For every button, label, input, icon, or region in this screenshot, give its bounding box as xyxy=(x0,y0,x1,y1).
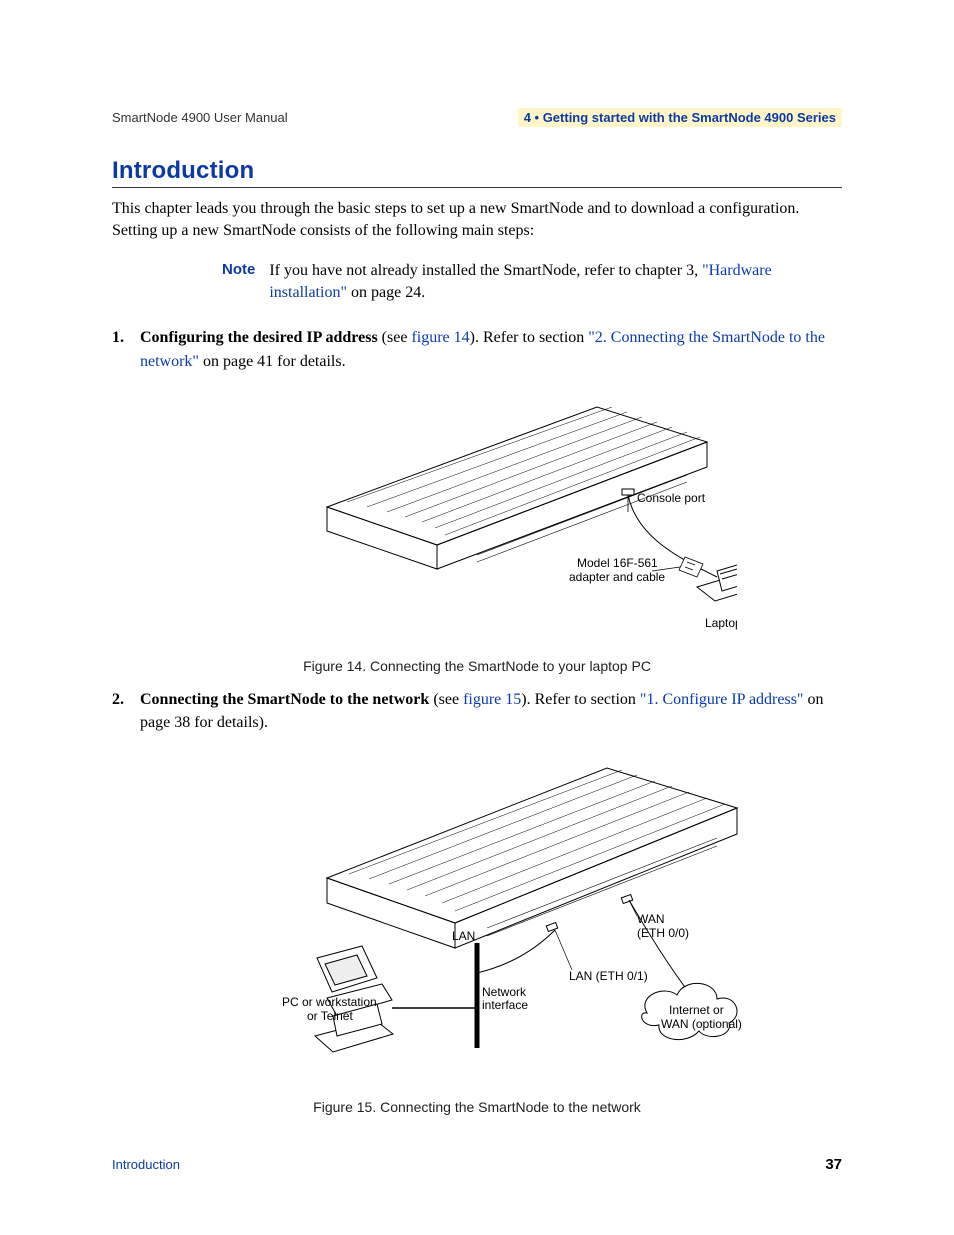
steps-list: Configuring the desired IP address (see … xyxy=(112,326,842,372)
fig15-label-pc-1: PC or workstation xyxy=(282,995,377,1009)
figure-14-svg: Console port Model 16F-561 adapter and c… xyxy=(217,387,737,647)
note-block: Note If you have not already installed t… xyxy=(222,260,842,304)
section-title: Introduction xyxy=(112,157,842,185)
fig15-label-lan: LAN xyxy=(452,929,475,943)
fig15-label-wan: WAN xyxy=(637,912,665,926)
step-2-bold: Connecting the SmartNode to the network xyxy=(140,691,429,708)
fig15-label-cloud-1: Internet or xyxy=(669,1003,724,1017)
fig14-label-adapter-1: Model 16F-561 xyxy=(577,556,658,570)
intro-paragraph: This chapter leads you through the basic… xyxy=(112,198,842,242)
figure-15-caption: Figure 15. Connecting the SmartNode to t… xyxy=(112,1099,842,1115)
figure-14: Console port Model 16F-561 adapter and c… xyxy=(112,387,842,674)
step-1-figure-link[interactable]: figure 14 xyxy=(411,329,469,346)
header-left: SmartNode 4900 User Manual xyxy=(112,110,288,125)
step-2-section-link[interactable]: "1. Configure IP address" xyxy=(640,691,804,708)
section-rule xyxy=(112,187,842,188)
fig14-label-adapter-2: adapter and cable xyxy=(569,570,665,584)
fig15-label-wan-sub: (ETH 0/0) xyxy=(637,926,689,940)
note-text-before: If you have not already installed the Sm… xyxy=(269,262,702,279)
step-1-after-bold: (see xyxy=(378,329,412,346)
fig14-label-console-port: Console port xyxy=(637,491,706,505)
step-2-after-fig: ). Refer to section xyxy=(521,691,640,708)
page: SmartNode 4900 User Manual 4 • Getting s… xyxy=(0,0,954,1235)
running-header: SmartNode 4900 User Manual 4 • Getting s… xyxy=(112,108,842,127)
step-1-tail: on page 41 for details. xyxy=(199,353,346,370)
figure-14-caption: Figure 14. Connecting the SmartNode to y… xyxy=(112,658,842,674)
figure-15-svg: WAN (ETH 0/0) Internet or WAN (optional)… xyxy=(177,748,777,1088)
fig14-label-laptop: Laptop PC xyxy=(705,616,737,630)
step-2-after-bold: (see xyxy=(429,691,463,708)
fig15-label-lan-port: LAN (ETH 0/1) xyxy=(569,969,648,983)
footer-section-link[interactable]: Introduction xyxy=(112,1157,180,1172)
fig15-label-netif-1: Network xyxy=(482,985,527,999)
note-text: If you have not already installed the Sm… xyxy=(269,260,842,304)
fig15-label-netif-2: interface xyxy=(482,998,528,1012)
figure-15: WAN (ETH 0/0) Internet or WAN (optional)… xyxy=(112,748,842,1115)
header-right: 4 • Getting started with the SmartNode 4… xyxy=(518,108,842,127)
note-text-after: on page 24. xyxy=(347,284,425,301)
step-2: Connecting the SmartNode to the network … xyxy=(112,688,842,734)
step-2-figure-link[interactable]: figure 15 xyxy=(463,691,521,708)
fig15-label-pc-2: or Telnet xyxy=(307,1009,353,1023)
fig15-label-cloud-2: WAN (optional) xyxy=(661,1017,742,1031)
step-1-bold: Configuring the desired IP address xyxy=(140,329,378,346)
footer-page-number: 37 xyxy=(825,1156,842,1173)
step-1: Configuring the desired IP address (see … xyxy=(112,326,842,372)
note-label: Note xyxy=(222,260,269,304)
steps-list-2: Connecting the SmartNode to the network … xyxy=(112,688,842,734)
step-1-after-fig: ). Refer to section xyxy=(470,329,589,346)
page-footer: Introduction 37 xyxy=(112,1156,842,1173)
